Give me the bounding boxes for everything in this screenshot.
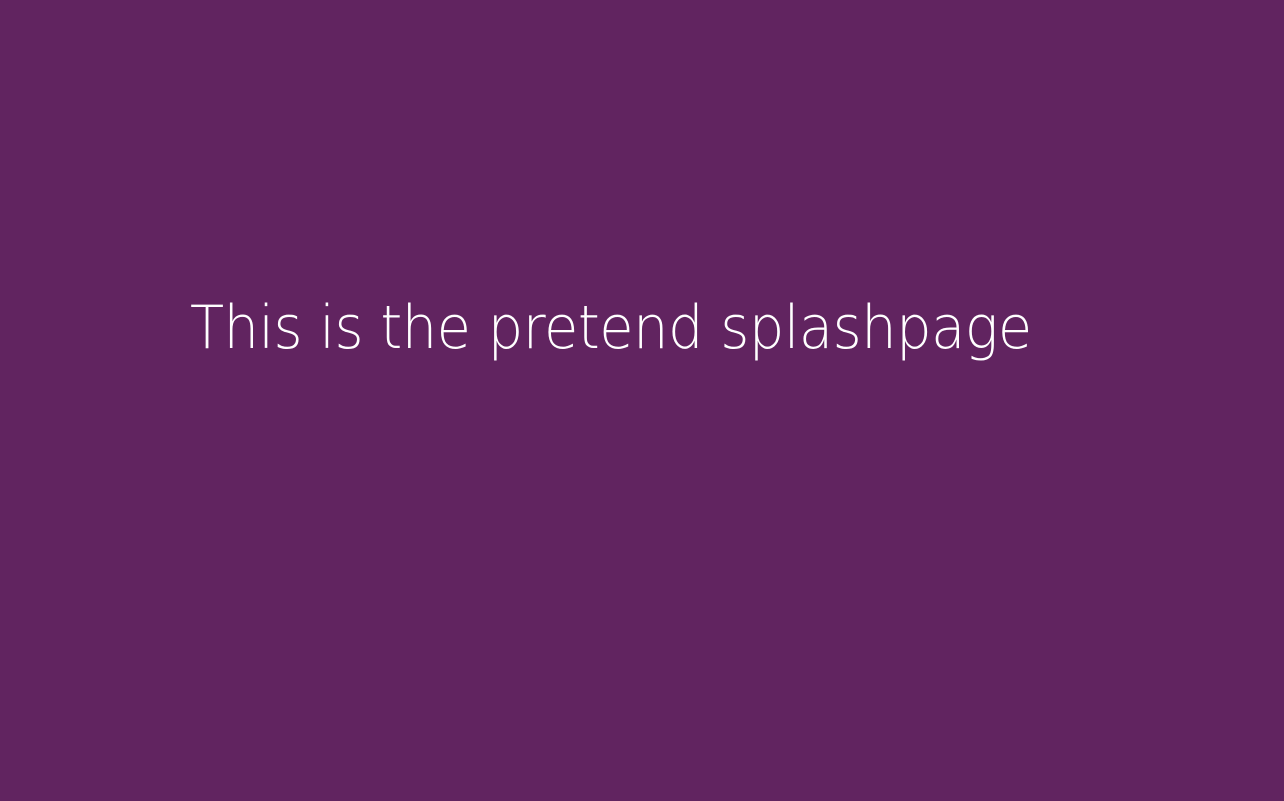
splash-screen: This is the pretend splashpage (0, 0, 1284, 801)
splash-message: This is the pretend splashpage (190, 293, 1032, 363)
